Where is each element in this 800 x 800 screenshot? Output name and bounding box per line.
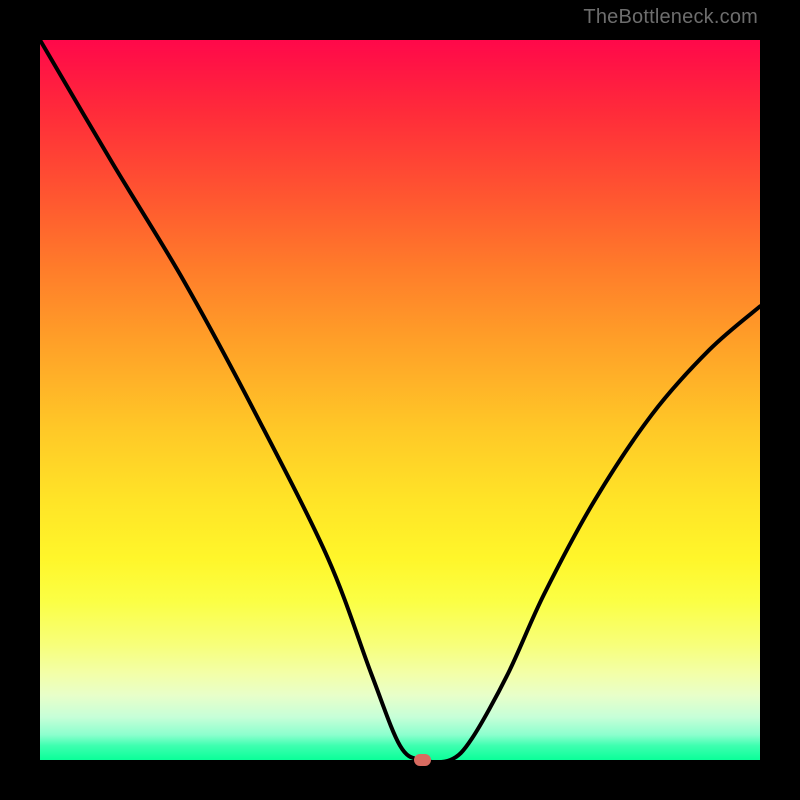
curve-svg: [40, 40, 760, 760]
optimum-marker: [414, 754, 431, 766]
plot-area: [40, 40, 760, 760]
bottleneck-curve-path: [40, 40, 760, 762]
chart-frame: TheBottleneck.com: [0, 0, 800, 800]
watermark-text: TheBottleneck.com: [583, 6, 758, 29]
